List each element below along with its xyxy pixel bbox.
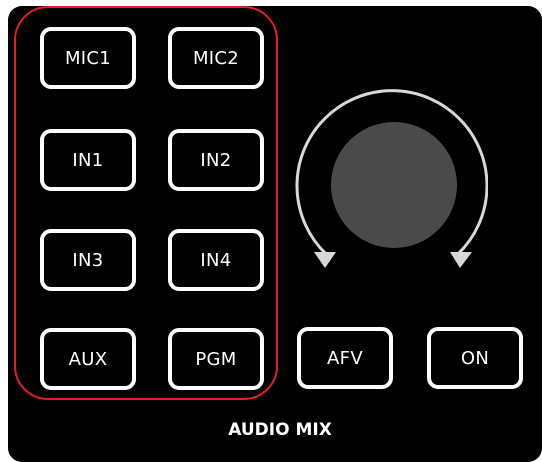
left-arrow-icon: [314, 252, 336, 268]
mic1-button[interactable]: MIC1: [40, 27, 136, 89]
panel-title: AUDIO MIX: [228, 420, 332, 440]
pgm-button[interactable]: PGM: [168, 328, 264, 390]
afv-button[interactable]: AFV: [297, 327, 393, 389]
rotary-knob-icon[interactable]: [288, 84, 489, 274]
in3-button[interactable]: IN3: [40, 229, 136, 291]
on-button[interactable]: ON: [427, 327, 523, 389]
in1-button[interactable]: IN1: [40, 129, 136, 191]
in2-button[interactable]: IN2: [168, 129, 264, 191]
in4-button[interactable]: IN4: [168, 229, 264, 291]
aux-button[interactable]: AUX: [40, 328, 136, 390]
right-arrow-icon: [450, 252, 472, 268]
mic2-button[interactable]: MIC2: [168, 27, 264, 89]
knob-dial[interactable]: [331, 122, 457, 248]
